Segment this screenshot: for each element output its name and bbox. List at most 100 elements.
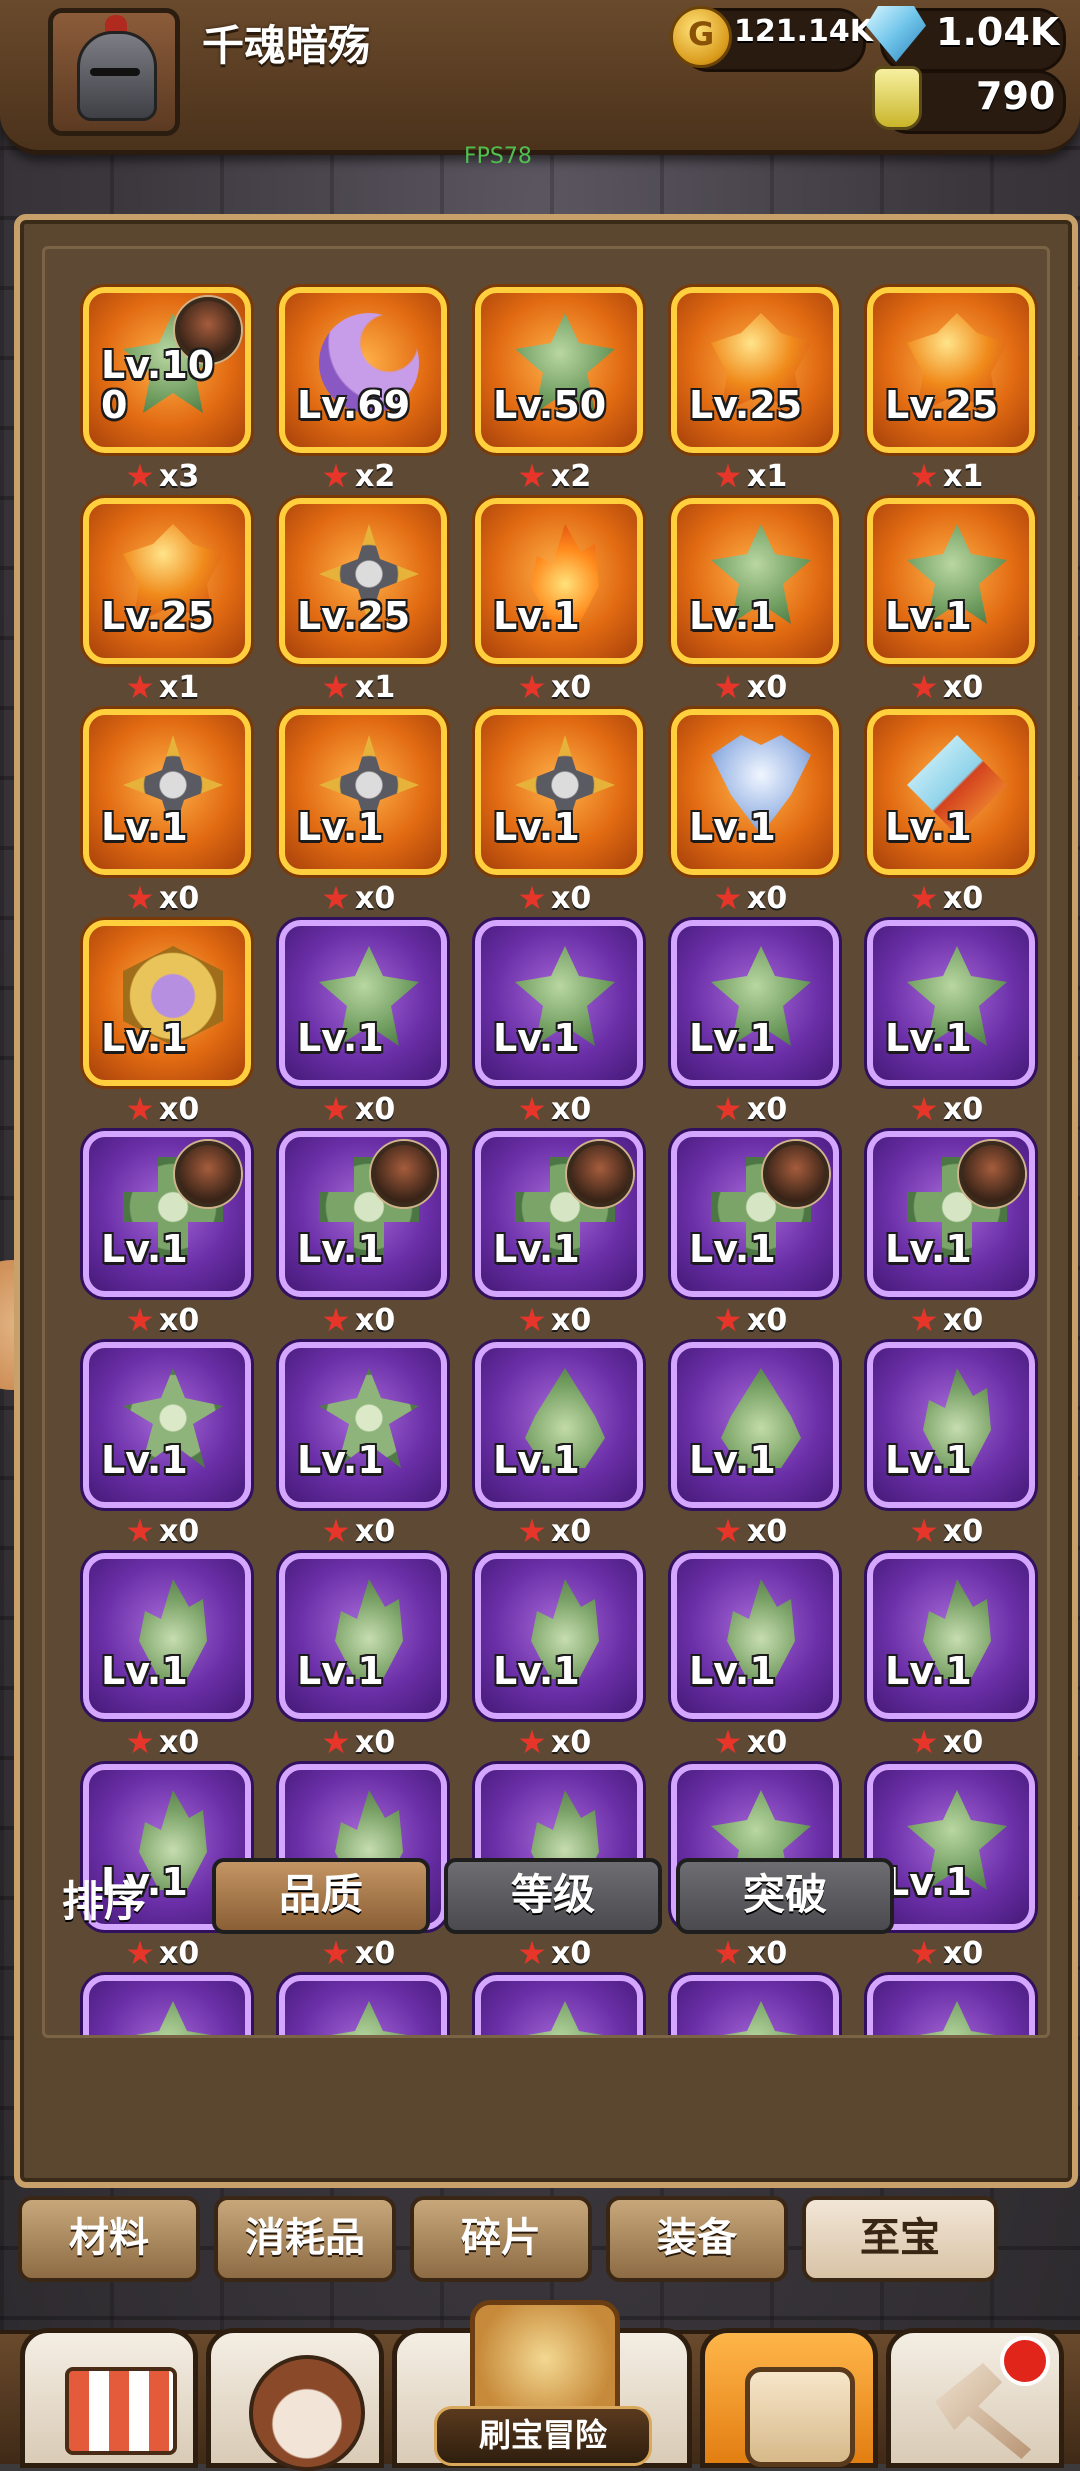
item-level: Lv.1: [493, 1227, 580, 1271]
treasure-item[interactable]: Lv.1 x0: [475, 920, 643, 1130]
item-star-count: x0: [911, 1514, 983, 1549]
notification-dot: [1000, 2336, 1050, 2386]
tab-treasures[interactable]: 至宝: [802, 2196, 998, 2282]
treasure-item[interactable]: Lv.1 x0: [279, 1342, 447, 1552]
item-star-count: x1: [911, 459, 983, 494]
treasure-item[interactable]: Lv.1 x0: [83, 1553, 251, 1763]
dragon-head-icon: [515, 2001, 615, 2035]
item-tile: Lv.1: [475, 1553, 643, 1719]
treasure-item[interactable]: Lv.69 x2: [279, 287, 447, 497]
fps-counter: FPS78: [464, 144, 532, 169]
item-tile: Lv.1: [279, 1553, 447, 1719]
red-star-icon: [323, 1729, 349, 1754]
item-star-count: x0: [323, 1936, 395, 1971]
item-count: x0: [943, 1092, 984, 1127]
treasure-item[interactable]: [83, 1975, 251, 2035]
treasure-item[interactable]: Lv.1 x0: [475, 1131, 643, 1341]
item-tile: Lv.1: [83, 920, 251, 1086]
red-star-icon: [127, 1307, 153, 1332]
treasure-item[interactable]: Lv.1 x0: [83, 1342, 251, 1552]
treasure-item[interactable]: Lv.1 x0: [475, 498, 643, 708]
backpack-icon: [745, 2367, 855, 2467]
treasure-item[interactable]: Lv.25 x1: [279, 498, 447, 708]
treasure-item[interactable]: Lv.1 x0: [475, 1553, 643, 1763]
treasure-item[interactable]: Lv.1 x0: [867, 709, 1035, 919]
treasure-item[interactable]: [671, 1975, 839, 2035]
treasure-item[interactable]: Lv.1 x0: [83, 1131, 251, 1341]
treasure-item[interactable]: Lv.1 x0: [867, 1131, 1035, 1341]
adventure-button[interactable]: 刷宝冒险: [434, 2300, 652, 2466]
treasure-item[interactable]: Lv.50 x2: [475, 287, 643, 497]
item-count: x0: [551, 1725, 592, 1760]
item-star-count: x0: [127, 1936, 199, 1971]
item-tile: Lv.1: [279, 920, 447, 1086]
treasure-item[interactable]: Lv.25 x1: [83, 498, 251, 708]
treasure-item[interactable]: [279, 1975, 447, 2035]
treasure-item[interactable]: Lv.10 0 x3: [83, 287, 251, 497]
treasure-item[interactable]: Lv.25 x1: [671, 287, 839, 497]
item-star-count: x0: [323, 1092, 395, 1127]
treasure-item[interactable]: Lv.1 x0: [279, 1553, 447, 1763]
item-level: Lv.1: [885, 1860, 972, 1904]
sort-level-button[interactable]: 等级: [444, 1858, 662, 1934]
item-count: x2: [355, 459, 396, 494]
treasure-item[interactable]: Lv.1 x0: [671, 709, 839, 919]
treasure-item[interactable]: Lv.1 x0: [83, 920, 251, 1130]
item-tile: Lv.50: [475, 287, 643, 453]
treasure-item[interactable]: Lv.1 x0: [475, 709, 643, 919]
treasure-item[interactable]: Lv.1 x0: [867, 1553, 1035, 1763]
sort-breakthrough-button[interactable]: 突破: [676, 1858, 894, 1934]
item-level: Lv.69: [297, 383, 411, 427]
item-tile: Lv.1: [83, 709, 251, 875]
treasure-item[interactable]: Lv.1 x0: [671, 1342, 839, 1552]
treasure-item[interactable]: Lv.1 x0: [83, 709, 251, 919]
treasure-item[interactable]: Lv.1 x0: [671, 498, 839, 708]
item-count: x0: [747, 1936, 788, 1971]
tab-equipment[interactable]: 装备: [606, 2196, 788, 2282]
tab-consumables[interactable]: 消耗品: [214, 2196, 396, 2282]
treasure-item[interactable]: Lv.25 x1: [867, 287, 1035, 497]
red-star-icon: [911, 1307, 937, 1332]
potion-bottle-icon: [872, 66, 922, 130]
item-star-count: x0: [127, 1725, 199, 1760]
item-level: Lv.1: [101, 1649, 188, 1693]
item-level: Lv.1: [493, 1649, 580, 1693]
treasure-item[interactable]: [475, 1975, 643, 2035]
red-star-icon: [323, 885, 349, 910]
item-count: x0: [159, 1514, 200, 1549]
treasure-item[interactable]: Lv.1 x0: [671, 1131, 839, 1341]
red-star-icon: [519, 885, 545, 910]
item-level: Lv.1: [101, 805, 188, 849]
treasure-item[interactable]: Lv.1 x0: [279, 709, 447, 919]
treasure-item[interactable]: Lv.1 x0: [475, 1342, 643, 1552]
item-level: Lv.1: [297, 1227, 384, 1271]
tab-materials[interactable]: 材料: [18, 2196, 200, 2282]
item-level: Lv.1: [885, 594, 972, 638]
item-count: x0: [551, 1303, 592, 1338]
item-tile: Lv.1: [671, 1131, 839, 1297]
nav-heroes[interactable]: [206, 2328, 384, 2471]
red-star-icon: [519, 463, 545, 488]
treasure-item[interactable]: Lv.1 x0: [867, 498, 1035, 708]
item-star-count: x0: [911, 1092, 983, 1127]
treasure-item[interactable]: Lv.1 x0: [867, 1342, 1035, 1552]
treasure-item[interactable]: [867, 1975, 1035, 2035]
treasure-item[interactable]: Lv.1 x0: [867, 920, 1035, 1130]
nav-inventory[interactable]: [700, 2328, 878, 2468]
nav-shop[interactable]: [20, 2328, 198, 2468]
treasure-item[interactable]: Lv.1 x0: [279, 1131, 447, 1341]
treasure-item[interactable]: Lv.1 x0: [671, 1553, 839, 1763]
treasure-item[interactable]: Lv.1 x0: [279, 920, 447, 1130]
red-star-icon: [911, 674, 937, 699]
tab-fragments[interactable]: 碎片: [410, 2196, 592, 2282]
red-star-icon: [127, 1940, 153, 1965]
item-count: x0: [159, 1725, 200, 1760]
item-tile: Lv.1: [867, 498, 1035, 664]
player-avatar[interactable]: [48, 8, 180, 136]
item-count: x0: [355, 881, 396, 916]
treasure-item[interactable]: Lv.1 x0: [671, 920, 839, 1130]
red-star-icon: [323, 1940, 349, 1965]
treasure-grid[interactable]: Lv.10 0 x3 Lv.69 x2 Lv.50 x2 Lv.25 x1 Lv.25 x1 Lv.…: [42, 246, 1050, 2038]
red-star-icon: [911, 1096, 937, 1121]
sort-quality-button[interactable]: 品质: [212, 1858, 430, 1934]
